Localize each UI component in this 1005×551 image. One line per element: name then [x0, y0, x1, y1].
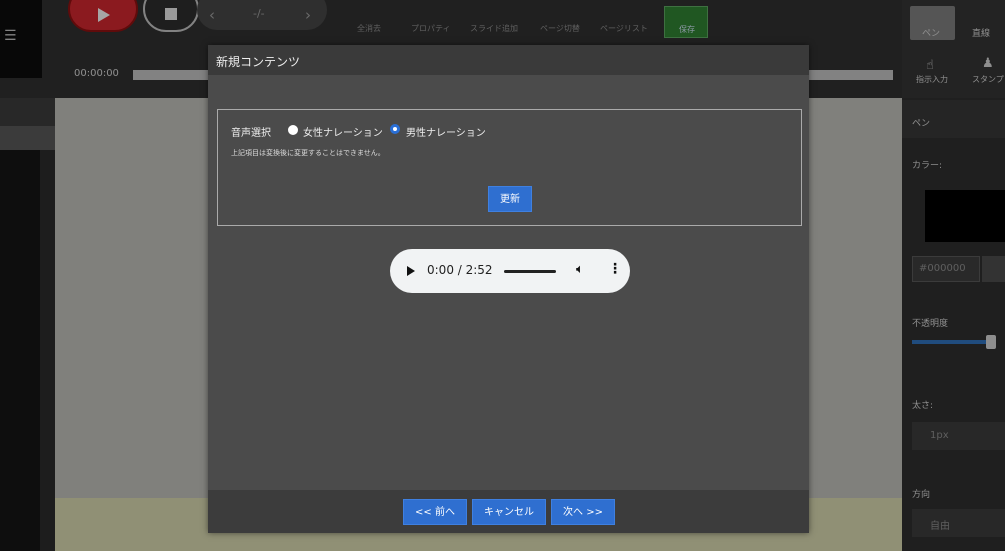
- voice-select-label: 音声選択: [231, 128, 271, 139]
- female-narration-label[interactable]: 女性ナレーション: [303, 124, 383, 139]
- play-icon[interactable]: [407, 266, 415, 276]
- more-options-icon[interactable]: ⋮: [608, 261, 622, 277]
- male-narration-radio[interactable]: [390, 124, 400, 134]
- audio-time: 0:00 / 2:52: [427, 263, 493, 277]
- update-button[interactable]: 更新: [488, 186, 532, 212]
- dialog-title: 新規コンテンツ: [216, 55, 301, 69]
- female-narration-radio[interactable]: [288, 125, 298, 135]
- audio-progress-bar[interactable]: [504, 270, 556, 273]
- next-button[interactable]: 次へ >>: [551, 499, 615, 525]
- prev-button[interactable]: << 前へ: [403, 499, 467, 525]
- cancel-button[interactable]: キャンセル: [472, 499, 546, 525]
- volume-icon[interactable]: 🔈︎: [576, 262, 584, 277]
- conversion-note: 上記項目は変換後に変更することはできません。: [231, 149, 385, 157]
- audio-player: 0:00 / 2:52 🔈︎ ⋮: [390, 249, 630, 293]
- male-narration-label[interactable]: 男性ナレーション: [406, 124, 486, 139]
